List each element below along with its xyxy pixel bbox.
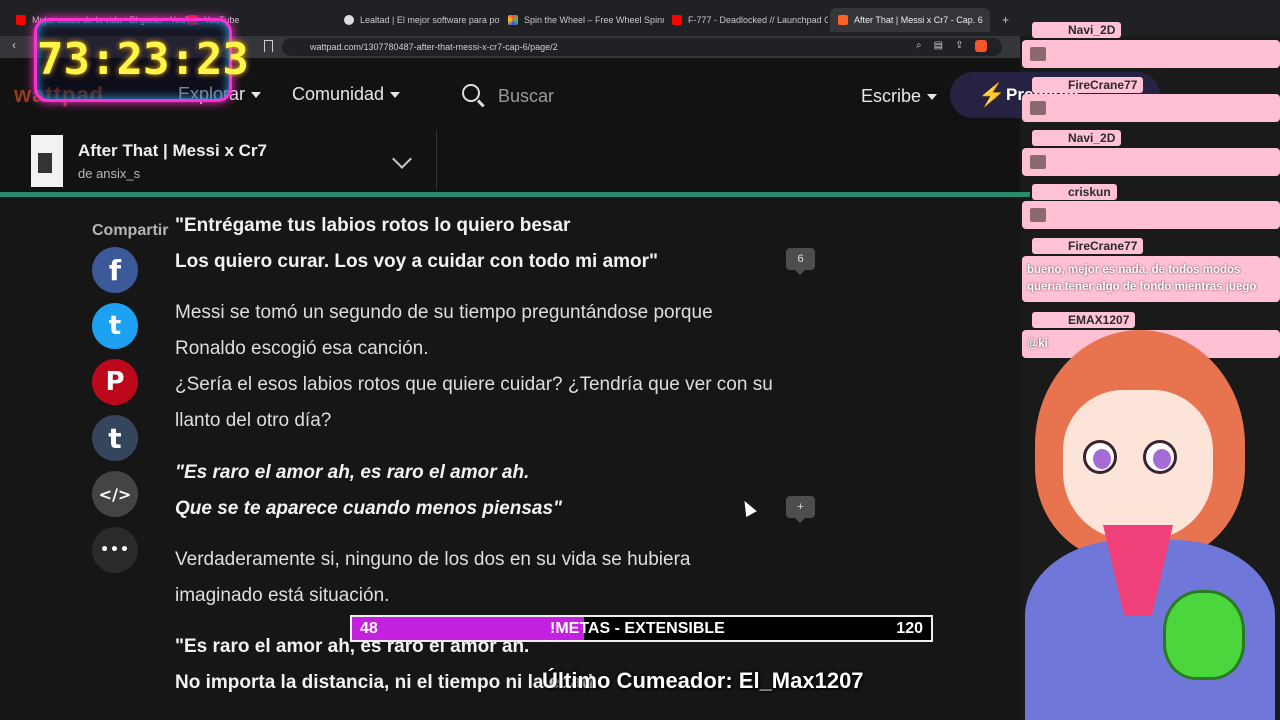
youtube-icon — [672, 15, 682, 25]
chat-username: Navi_2D — [1032, 22, 1122, 38]
nav-write[interactable]: Escribe — [861, 86, 938, 107]
text-line: llanto del otro día? — [175, 410, 332, 431]
pinterest-share-button[interactable]: P — [92, 359, 138, 405]
search-icon[interactable] — [462, 84, 480, 102]
text-line: "Entrégame tus labios rotos lo quiero be… — [175, 215, 571, 236]
chat-message — [1022, 148, 1280, 176]
more-icon: ••• — [100, 542, 130, 558]
chat-username: Navi_2D — [1032, 130, 1122, 146]
wattpad-icon — [838, 15, 848, 25]
tab-label: F-777 - Deadlocked // Launchpad Co — [688, 15, 828, 25]
emote-icon — [1030, 155, 1046, 169]
text-line: "Es raro el amor ah, es raro el amor ah. — [175, 462, 530, 483]
text-line: Messi se tomó un segundo de su tiempo pr… — [175, 302, 713, 323]
text-line: No importa la distancia, ni el tiempo ni… — [175, 672, 594, 693]
goal-bar: 48 !METAS - EXTENSIBLE 120 — [350, 615, 933, 642]
emote-icon — [1030, 101, 1046, 115]
tumblr-icon: t — [108, 421, 122, 455]
bookmark-icon[interactable] — [264, 40, 273, 52]
text-line: imaginado está situación. — [175, 585, 390, 606]
tab-f777[interactable]: F-777 - Deadlocked // Launchpad Co — [664, 8, 828, 32]
close-tab-icon[interactable]: ✕ — [989, 14, 990, 27]
twitter-share-button[interactable]: t — [92, 303, 138, 349]
url-bar[interactable]: wattpad.com/1307780487-after-that-messi-… — [282, 38, 1002, 56]
text-line: Ronaldo escogió esa canción. — [175, 338, 429, 359]
chevron-down-icon — [390, 91, 401, 98]
goal-fill — [352, 617, 584, 640]
code-icon: </> — [98, 484, 132, 504]
tab-lealtad[interactable]: Lealtad | El mejor software para pote — [336, 8, 500, 32]
tab-wheel[interactable]: Spin the Wheel – Free Wheel Spinner — [500, 8, 664, 32]
chevron-down-icon — [927, 93, 938, 100]
avatar-eye — [1143, 440, 1177, 474]
nav-write-label: Escribe — [861, 86, 922, 106]
chat-message — [1022, 40, 1280, 68]
goal-target: 120 — [896, 620, 923, 637]
brave-shield-icon[interactable] — [975, 40, 988, 52]
tab-wattpad-active[interactable]: After That | Messi x Cr7 - Cap. 6 ✕ — [830, 8, 990, 32]
back-arrow-icon[interactable]: ‹ — [12, 38, 16, 52]
goal-current: 48 — [360, 620, 378, 637]
lightning-icon: ⚡ — [978, 82, 1006, 107]
chevron-down-icon — [251, 91, 262, 98]
text-line: Verdaderamente si, ninguno de los dos en… — [175, 549, 691, 570]
emote-icon — [1030, 208, 1046, 222]
wheel-icon — [508, 15, 518, 25]
chat-username: criskun — [1032, 184, 1117, 200]
text-line: Que se te aparece cuando menos piensas" — [175, 498, 563, 519]
globe-icon — [344, 15, 354, 25]
add-comment-bubble[interactable]: + — [786, 496, 815, 523]
green-cat-mascot — [1163, 590, 1245, 680]
tab-label: Lealtad | El mejor software para pote — [360, 15, 500, 25]
new-tab-button[interactable]: + — [994, 8, 1014, 32]
youtube-icon — [16, 15, 26, 25]
more-share-button[interactable]: ••• — [92, 527, 138, 573]
emote-icon — [1030, 47, 1046, 61]
paragraph-lyric-2: "Es raro el amor ah, es raro el amor ah.… — [175, 455, 562, 527]
paragraph-4: Verdaderamente si, ninguno de los dos en… — [175, 542, 690, 614]
story-cover[interactable] — [31, 135, 63, 187]
paragraph-2: Messi se tomó un segundo de su tiempo pr… — [175, 295, 773, 439]
nav-community-label: Comunidad — [292, 84, 385, 104]
story-author[interactable]: de ansix_s — [78, 166, 140, 181]
nav-community[interactable]: Comunidad — [292, 84, 401, 105]
text-line: Los quiero curar. Los voy a cuidar con t… — [175, 251, 659, 272]
comment-count-bubble[interactable]: 6 — [786, 248, 815, 275]
embed-share-button[interactable]: </> — [92, 471, 138, 517]
tab-label: After That | Messi x Cr7 - Cap. 6 — [854, 15, 983, 25]
share-page-icon[interactable]: ⇪ — [955, 40, 963, 52]
vtuber-avatar — [1015, 320, 1280, 720]
text-line: ¿Sería el esos labios rotos que quiere c… — [175, 374, 773, 395]
story-title[interactable]: After That | Messi x Cr7 — [78, 141, 267, 161]
share-label: Compartir — [92, 222, 169, 239]
paragraph-lyric-1: "Entrégame tus labios rotos lo quiero be… — [175, 208, 658, 280]
twitter-icon: t — [108, 311, 122, 341]
subathon-timer: 73:23:23 — [34, 18, 249, 102]
last-cumeador-label: Último Cumeador: El_Max1207 — [542, 668, 864, 693]
search-input[interactable] — [498, 84, 798, 108]
avatar-eye — [1083, 440, 1117, 474]
zoom-icon[interactable]: ⌕ — [916, 40, 922, 52]
facebook-icon: f — [108, 253, 122, 287]
chat-message — [1022, 201, 1280, 229]
chat-message: bueno, mejor es nada, de todos modos que… — [1022, 256, 1280, 302]
chat-username: FireCrane77 — [1032, 77, 1144, 93]
pinterest-icon: P — [105, 367, 125, 397]
omnibox-actions: ⌕ ▤ ⇪ — [916, 40, 988, 52]
divider — [436, 130, 437, 190]
tumblr-share-button[interactable]: t — [92, 415, 138, 461]
chat-username: FireCrane77 — [1032, 238, 1144, 254]
goal-label: !METAS - EXTENSIBLE — [550, 620, 725, 637]
chat-message — [1022, 94, 1280, 122]
reader-icon[interactable]: ▤ — [934, 40, 943, 52]
tab-label: Spin the Wheel – Free Wheel Spinner — [524, 15, 664, 25]
facebook-share-button[interactable]: f — [92, 247, 138, 293]
